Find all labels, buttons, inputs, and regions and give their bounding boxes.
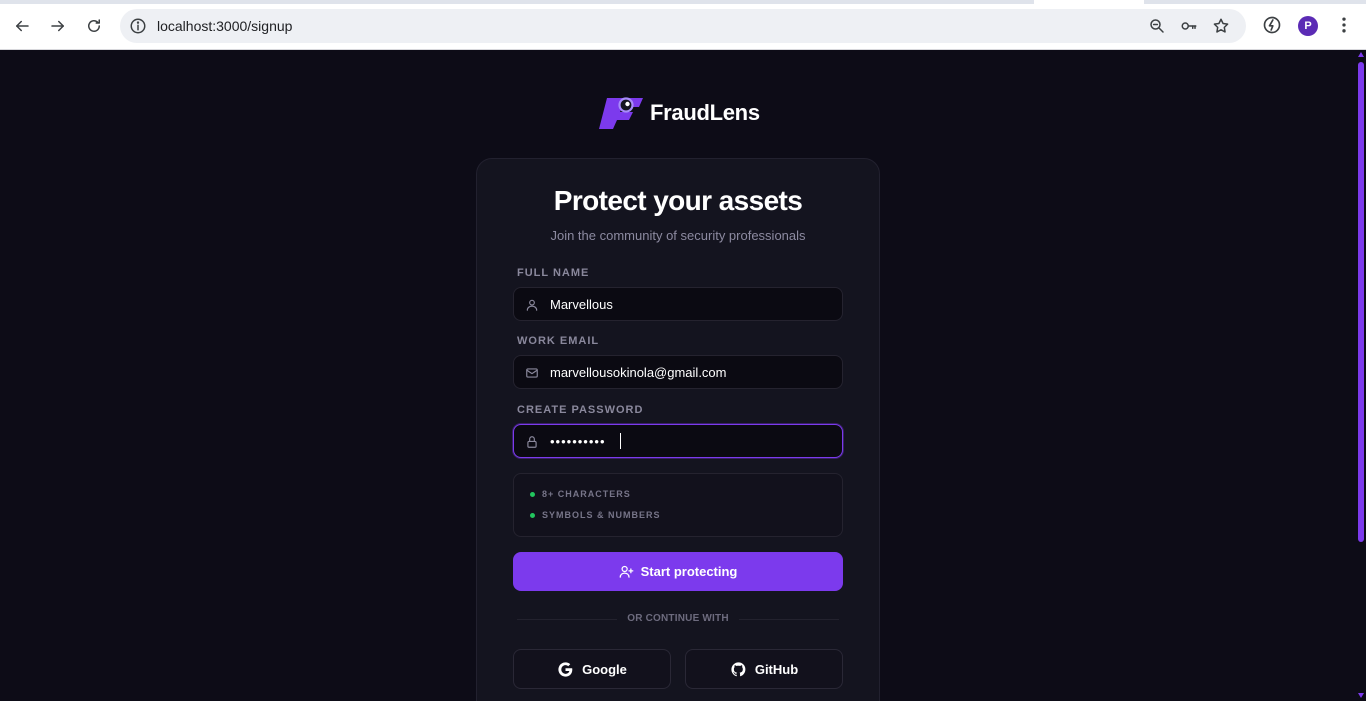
work-email-label: WORK EMAIL	[517, 335, 600, 347]
start-protecting-label: Start protecting	[640, 564, 738, 579]
requirement-symbols: SYMBOLS & NUMBERS	[530, 510, 661, 520]
google-icon	[558, 661, 573, 677]
text-caret	[620, 433, 621, 449]
github-label: GitHub	[754, 661, 799, 677]
password-requirements: 8+ CHARACTERS SYMBOLS & NUMBERS	[513, 473, 843, 537]
bookmark-star-icon[interactable]	[1212, 17, 1230, 35]
brand-logo[interactable]: FraudLens	[598, 96, 760, 130]
mail-icon	[526, 368, 538, 378]
requirement-met-dot-icon	[530, 512, 535, 518]
create-password-label: CREATE PASSWORD	[517, 404, 644, 416]
work-email-field[interactable]	[513, 355, 843, 389]
key-icon[interactable]	[1180, 17, 1198, 35]
user-icon	[526, 299, 538, 311]
page-scrollbar[interactable]	[1356, 50, 1366, 701]
page-title: Protect your assets	[553, 185, 803, 216]
browser-toolbar: localhost:3000/signup P	[0, 0, 1366, 50]
menu-dots-icon[interactable]	[1334, 15, 1354, 35]
reload-button[interactable]	[80, 12, 108, 40]
requirement-length: 8+ CHARACTERS	[530, 489, 631, 499]
divider-line-right	[739, 619, 839, 620]
tab-strip	[0, 0, 1366, 4]
arrow-right-icon	[51, 20, 64, 32]
github-icon	[731, 661, 746, 676]
fraudlens-logo-icon	[599, 97, 643, 129]
create-password-field[interactable]	[513, 424, 843, 458]
arrow-left-icon	[16, 20, 29, 32]
work-email-input[interactable]	[550, 356, 840, 388]
google-button[interactable]: Google	[513, 649, 671, 689]
divider-label: OR CONTINUE WITH	[627, 613, 729, 624]
github-button[interactable]: GitHub	[685, 649, 843, 689]
zoom-icon[interactable]	[1148, 17, 1166, 35]
url-text[interactable]: localhost:3000/signup	[157, 18, 292, 34]
full-name-label: FULL NAME	[517, 267, 590, 279]
brand-name: FraudLens	[650, 100, 760, 125]
address-bar[interactable]: localhost:3000/signup	[120, 9, 1246, 43]
create-password-input[interactable]	[550, 425, 840, 457]
user-plus-icon	[619, 565, 633, 578]
scrollbar-thumb[interactable]	[1358, 62, 1364, 542]
google-label: Google	[582, 661, 627, 677]
profile-avatar[interactable]: P	[1298, 16, 1318, 36]
forward-button[interactable]	[44, 12, 72, 40]
full-name-input[interactable]	[550, 288, 840, 320]
site-info-icon[interactable]	[129, 17, 147, 35]
requirement-label: SYMBOLS & NUMBERS	[542, 510, 661, 520]
reload-icon	[88, 19, 100, 32]
lock-icon	[527, 436, 537, 448]
start-protecting-button[interactable]: Start protecting	[513, 552, 843, 591]
requirement-label: 8+ CHARACTERS	[542, 489, 631, 499]
page-subtitle: Join the community of security professio…	[550, 228, 806, 243]
scroll-down-arrow-icon[interactable]	[1358, 693, 1364, 698]
active-tab[interactable]	[1034, 0, 1144, 4]
scroll-up-arrow-icon[interactable]	[1358, 52, 1364, 57]
back-button[interactable]	[8, 12, 36, 40]
requirement-met-dot-icon	[530, 491, 535, 497]
full-name-field[interactable]	[513, 287, 843, 321]
performance-icon[interactable]	[1262, 15, 1282, 35]
